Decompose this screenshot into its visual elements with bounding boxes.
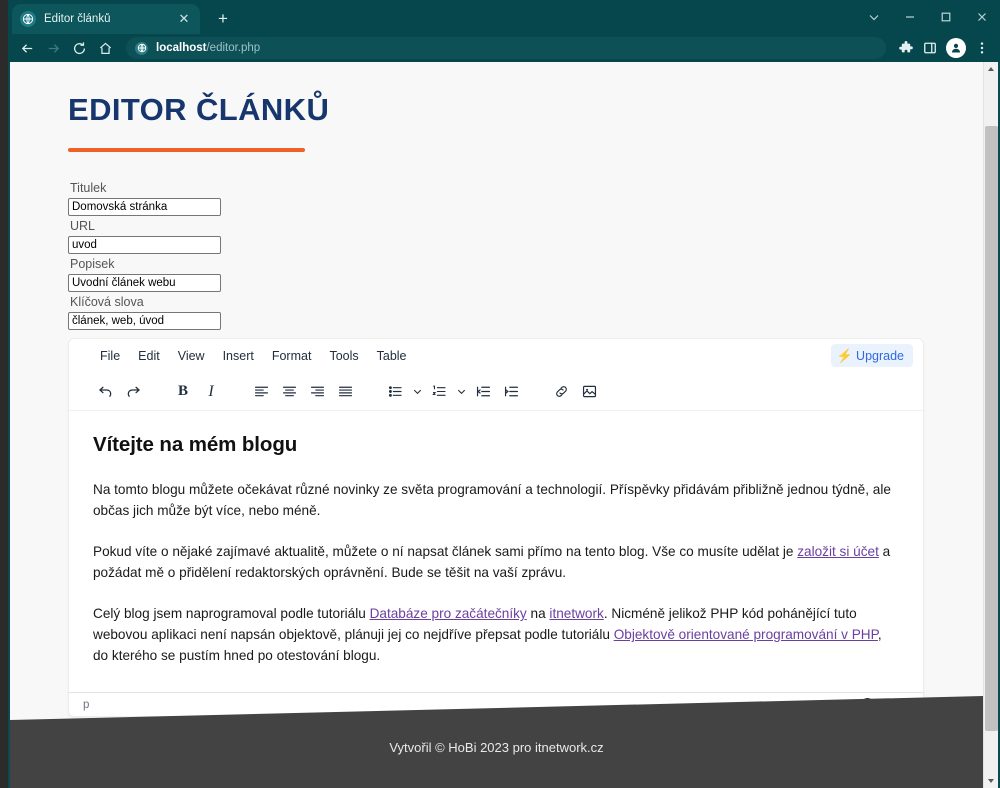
side-panel-icon[interactable]	[918, 36, 942, 60]
upgrade-button-label: Upgrade	[856, 348, 904, 363]
label-titulek: Titulek	[70, 181, 107, 195]
numbered-list-icon[interactable]	[425, 378, 453, 406]
window-controls	[856, 0, 1000, 34]
menu-format[interactable]: Format	[263, 345, 321, 367]
reload-icon[interactable]	[66, 35, 92, 61]
upgrade-button[interactable]: ⚡ Upgrade	[830, 344, 913, 367]
footer-text: Vytvořil © HoBi 2023 pro itnetwork.cz	[389, 740, 604, 755]
link-icon[interactable]	[547, 378, 575, 406]
scrollbar-thumb[interactable]	[985, 126, 998, 731]
puzzle-icon[interactable]	[894, 36, 918, 60]
address-bar[interactable]: localhost/editor.php	[126, 37, 886, 59]
scroll-down-icon[interactable]	[984, 774, 998, 788]
lightning-bolt-icon: ⚡	[836, 348, 854, 363]
globe-icon	[20, 11, 36, 27]
align-justify-icon[interactable]	[331, 378, 359, 406]
minimize-icon[interactable]	[892, 0, 928, 34]
bullet-list-icon[interactable]	[381, 378, 409, 406]
menu-view[interactable]: View	[169, 345, 214, 367]
home-icon[interactable]	[92, 35, 118, 61]
label-klicova-slova: Klíčová slova	[70, 295, 144, 309]
label-url: URL	[70, 219, 96, 233]
arrow-left-icon[interactable]	[14, 35, 40, 61]
menu-table[interactable]: Table	[368, 345, 416, 367]
tinymce-toolbar: B I	[69, 373, 923, 411]
close-icon[interactable]	[964, 0, 1000, 34]
link-oop-v-php[interactable]: Objektově orientované programování v PHP	[614, 627, 878, 642]
web-page: EDITOR ČLÁNKŮ Titulek URL Popisek Klíčov…	[10, 62, 983, 788]
chevron-down-icon[interactable]	[856, 0, 892, 34]
link-zalozit-si-ucet[interactable]: založit si účet	[797, 544, 879, 559]
bold-icon[interactable]: B	[169, 378, 197, 406]
browser-viewport: EDITOR ČLÁNKŮ Titulek URL Popisek Klíčov…	[10, 62, 998, 788]
desktop-background: Editor článků ✕ + localhost/editor.php E…	[0, 0, 1000, 788]
p2-text-before: Pokud víte o nějaké zajímavé aktualitě, …	[93, 544, 798, 559]
new-tab-button[interactable]: +	[212, 8, 234, 30]
browser-tab-strip: Editor článků ✕ +	[8, 0, 1000, 34]
tinymce-content-area[interactable]: Vítejte na mém blogu Na tomto blogu může…	[69, 411, 923, 692]
article-paragraph-3: Celý blog jsem naprogramoval podle tutor…	[93, 603, 899, 666]
close-icon[interactable]: ✕	[176, 11, 192, 27]
globe-icon	[135, 41, 148, 55]
browser-tab-title: Editor článků	[44, 13, 111, 25]
label-popisek: Popisek	[70, 257, 115, 271]
url-input[interactable]	[68, 236, 221, 254]
address-path: /editor.php	[206, 42, 261, 54]
menu-tools[interactable]: Tools	[320, 345, 367, 367]
page-title: EDITOR ČLÁNKŮ	[68, 92, 330, 127]
page-scrollbar[interactable]	[983, 62, 998, 788]
menu-insert[interactable]: Insert	[214, 345, 263, 367]
person-icon[interactable]	[946, 38, 966, 58]
scroll-up-icon[interactable]	[984, 62, 998, 76]
outdent-icon[interactable]	[469, 378, 497, 406]
menu-file[interactable]: File	[91, 345, 129, 367]
address-bar-text: localhost/editor.php	[156, 42, 260, 54]
redo-icon[interactable]	[119, 378, 147, 406]
undo-icon[interactable]	[91, 378, 119, 406]
image-icon[interactable]	[575, 378, 603, 406]
popisek-input[interactable]	[68, 274, 221, 292]
link-databaze-pro-zacatecniky[interactable]: Databáze pro začátečníky	[370, 606, 527, 621]
maximize-icon[interactable]	[928, 0, 964, 34]
browser-window: Editor článků ✕ + localhost/editor.php E…	[8, 0, 1000, 788]
bullet-list-caret-icon[interactable]	[409, 378, 425, 406]
tinymce-menubar: File Edit View Insert Format Tools Table…	[69, 339, 923, 373]
p3-text-b: na	[526, 606, 550, 621]
tinymce-editor: File Edit View Insert Format Tools Table…	[68, 338, 924, 717]
p3-text-a: Celý blog jsem naprogramoval podle tutor…	[93, 606, 370, 621]
numbered-list-caret-icon[interactable]	[453, 378, 469, 406]
align-left-icon[interactable]	[247, 378, 275, 406]
article-editor-form: Titulek URL Popisek Klíčová slova File	[68, 180, 924, 745]
article-paragraph-1: Na tomto blogu můžete očekávat různé nov…	[93, 482, 891, 518]
menu-edit[interactable]: Edit	[129, 345, 169, 367]
article-heading: Vítejte na mém blogu	[93, 433, 298, 456]
kebab-menu-icon[interactable]	[970, 36, 994, 60]
klicova-slova-input[interactable]	[68, 312, 221, 330]
italic-icon[interactable]: I	[197, 378, 225, 406]
toolbar-right-actions	[894, 36, 994, 60]
page-content: EDITOR ČLÁNKŮ Titulek URL Popisek Klíčov…	[10, 62, 968, 745]
title-underline-rule	[68, 148, 305, 152]
align-center-icon[interactable]	[275, 378, 303, 406]
article-paragraph-2: Pokud víte o nějaké zajímavé aktualitě, …	[93, 541, 899, 583]
titulek-input[interactable]	[68, 198, 221, 216]
browser-toolbar: localhost/editor.php	[8, 34, 1000, 62]
link-itnetwork[interactable]: itnetwork	[549, 606, 603, 621]
align-right-icon[interactable]	[303, 378, 331, 406]
arrow-right-icon	[40, 35, 66, 61]
indent-icon[interactable]	[497, 378, 525, 406]
browser-tab-active[interactable]: Editor článků ✕	[12, 4, 200, 34]
address-host: localhost	[156, 42, 207, 54]
